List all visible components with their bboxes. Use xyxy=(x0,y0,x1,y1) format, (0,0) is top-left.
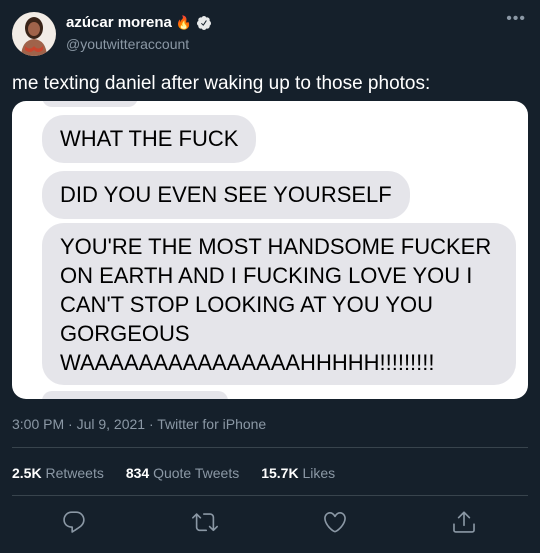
like-icon[interactable] xyxy=(322,509,348,535)
more-icon[interactable]: ••• xyxy=(506,10,526,28)
tweet-actions xyxy=(0,505,540,541)
verified-icon xyxy=(197,15,212,30)
message-bubble: YOU'RE THE MOST HANDSOME FUCKER ON EARTH… xyxy=(42,223,516,385)
retweet-icon[interactable] xyxy=(192,509,218,535)
message-bubble: DID YOU EVEN SEE YOURSELF xyxy=(42,171,410,219)
tweet-media-image[interactable]: WHAT THE FUCK DID YOU EVEN SEE YOURSELF … xyxy=(12,101,528,399)
divider xyxy=(12,447,528,448)
avatar[interactable] xyxy=(12,12,56,56)
message-bubble-partial-top xyxy=(42,101,138,107)
retweets-count: 2.5K xyxy=(12,465,42,481)
quote-tweets-count: 834 xyxy=(125,465,150,481)
likes-label: Likes xyxy=(302,465,336,481)
tweet-client[interactable]: Twitter for iPhone xyxy=(157,416,266,432)
reply-icon[interactable] xyxy=(61,509,87,535)
author-display-name[interactable]: azúcar morena xyxy=(66,14,172,31)
tweet-meta: 3:00 PM · Jul 9, 2021 · Twitter for iPho… xyxy=(12,416,266,432)
likes-stat[interactable]: 15.7K Likes xyxy=(261,465,335,481)
share-icon[interactable] xyxy=(451,509,477,535)
message-bubble-partial-bottom xyxy=(42,391,228,399)
likes-count: 15.7K xyxy=(261,465,299,481)
divider xyxy=(12,495,528,496)
avatar-image xyxy=(12,12,56,56)
tweet-timestamp[interactable]: 3:00 PM · Jul 9, 2021 xyxy=(12,416,145,432)
message-bubble: WHAT THE FUCK xyxy=(42,115,257,163)
tweet-stats: 2.5K Retweets 834 Quote Tweets 15.7K Lik… xyxy=(12,465,335,481)
retweets-stat[interactable]: 2.5K Retweets xyxy=(12,465,104,481)
tweet-text: me texting daniel after waking up to tho… xyxy=(12,73,431,94)
retweets-label: Retweets xyxy=(45,465,104,481)
author-name-row[interactable]: azúcar morena 🔥 xyxy=(66,14,212,31)
quote-tweets-label: Quote Tweets xyxy=(153,465,240,481)
quote-tweets-stat[interactable]: 834 Quote Tweets xyxy=(126,465,239,481)
fire-emoji: 🔥 xyxy=(175,14,193,30)
author-handle[interactable]: @youtwitteraccount xyxy=(66,36,189,52)
